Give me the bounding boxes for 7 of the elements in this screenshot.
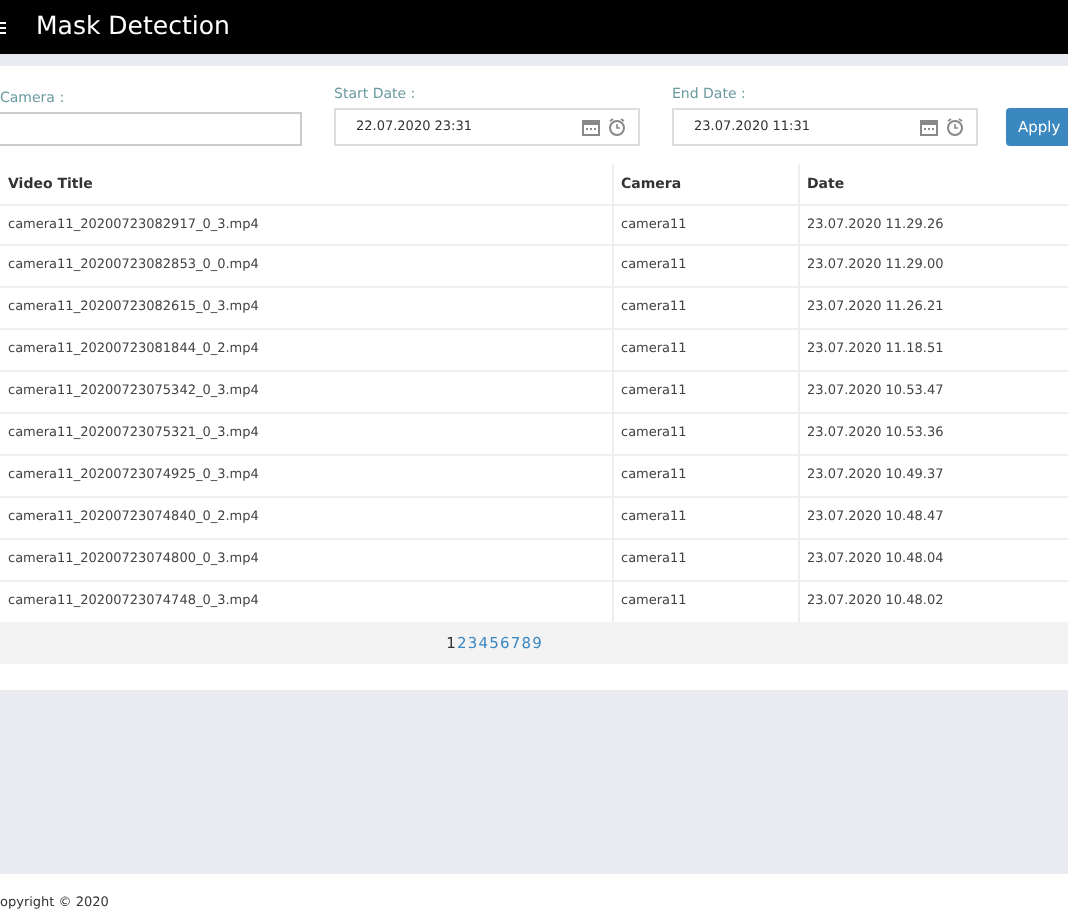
app-title: Mask Detection xyxy=(36,8,230,45)
camera-field[interactable] xyxy=(0,112,302,146)
calendar-icon[interactable] xyxy=(582,118,600,136)
menu-icon[interactable] xyxy=(0,21,6,33)
clock-icon[interactable] xyxy=(946,118,964,136)
calendar-icon[interactable] xyxy=(920,118,938,136)
clock-icon[interactable] xyxy=(608,118,626,136)
